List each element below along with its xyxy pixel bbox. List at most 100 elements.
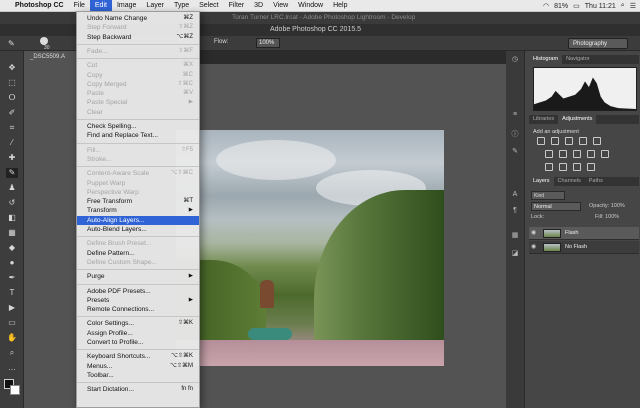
brush-settings-icon[interactable]: ✎	[510, 147, 520, 157]
brush-tool-icon[interactable]: ✎	[8, 39, 15, 48]
document-image[interactable]	[176, 130, 444, 366]
properties-icon[interactable]: ≡	[510, 111, 520, 121]
edit-menu-item[interactable]: Find and Replace Text...	[77, 131, 199, 140]
black-white-icon[interactable]	[573, 150, 581, 158]
tab-layers[interactable]: Layers	[529, 177, 554, 186]
quick-select-tool-icon[interactable]: ✐	[6, 108, 18, 118]
edit-menu-item[interactable]: Presets ▶	[77, 296, 199, 305]
menu-3d[interactable]: 3D	[249, 0, 268, 12]
menu-view[interactable]: View	[268, 0, 293, 12]
clock[interactable]: Thu 11:21	[585, 3, 616, 10]
levels-icon[interactable]	[551, 137, 559, 145]
zoom-tool-icon[interactable]: ⌕	[6, 348, 18, 358]
edit-menu-item[interactable]: Start Dictation... fn fn	[77, 385, 199, 394]
tab-libraries[interactable]: Libraries	[529, 115, 558, 124]
flow-input[interactable]: 100%	[256, 38, 280, 48]
workspace-select[interactable]: Photography	[568, 38, 628, 49]
color-balance-icon[interactable]	[559, 150, 567, 158]
edit-menu-item[interactable]: Undo Name Change ⌘Z	[77, 14, 199, 23]
tab-navigator[interactable]: Navigator	[562, 55, 594, 64]
blend-mode-select[interactable]: Normal	[531, 202, 581, 211]
styles-icon[interactable]: ◪	[510, 249, 520, 259]
edit-menu-item[interactable]: Free Transform ⌘T	[77, 197, 199, 206]
menu-window[interactable]: Window	[293, 0, 328, 12]
edit-menu-item[interactable]: Fill... ⇧F5	[77, 146, 199, 155]
edit-menu-item[interactable]: Remote Connections...	[77, 305, 199, 314]
fill-field[interactable]: Fill: 100%	[595, 214, 619, 220]
path-select-tool-icon[interactable]: ▶	[6, 303, 18, 313]
menu-image[interactable]: Image	[112, 0, 141, 12]
battery-icon[interactable]: ▭	[573, 2, 580, 10]
edit-menu-item[interactable]: Content-Aware Scale ⌥⇧⌘C	[77, 169, 199, 178]
edit-menu-item[interactable]: Cut ⌘X	[77, 61, 199, 70]
history-icon[interactable]: ◷	[510, 55, 520, 65]
threshold-icon[interactable]	[573, 163, 581, 171]
wifi-icon[interactable]: ◠	[543, 2, 549, 10]
edit-menu-item[interactable]: Paste Special ▶	[77, 98, 199, 107]
posterize-icon[interactable]	[559, 163, 567, 171]
visibility-eye-icon[interactable]: ◉	[531, 244, 538, 250]
brush-tool-icon[interactable]: ✎	[6, 168, 18, 178]
layer-row[interactable]: ◉ No Flash	[529, 241, 639, 254]
edit-menu-item[interactable]: Perspective Warp	[77, 188, 199, 197]
edit-menu-item[interactable]: Paste ⌘V	[77, 89, 199, 98]
invert-icon[interactable]	[545, 163, 553, 171]
history-brush-tool-icon[interactable]: ↺	[6, 198, 18, 208]
gradient-map-icon[interactable]	[587, 163, 595, 171]
paragraph-icon[interactable]: ¶	[510, 207, 520, 217]
photo-filter-icon[interactable]	[587, 150, 595, 158]
edit-menu-item[interactable]: Purge ▶	[77, 272, 199, 281]
search-icon[interactable]: ⌕	[621, 2, 625, 10]
brightness-contrast-icon[interactable]	[537, 137, 545, 145]
hand-tool-icon[interactable]: ✋	[6, 333, 18, 343]
edit-menu-item[interactable]: Define Brush Preset...	[77, 239, 199, 248]
layer-row[interactable]: ◉ Flash	[529, 227, 639, 240]
edit-menu-item[interactable]: Menus... ⌥⇧⌘M	[77, 362, 199, 371]
edit-menu-item[interactable]: Transform ▶	[77, 206, 199, 215]
menu-file[interactable]: File	[69, 0, 90, 12]
edit-menu-item[interactable]: Assign Profile...	[77, 329, 199, 338]
edit-menu-item[interactable]: Step Backward ⌥⌘Z	[77, 33, 199, 42]
type-tool-icon[interactable]: T	[6, 288, 18, 298]
swatches-icon[interactable]: ▦	[510, 231, 520, 241]
edit-menu-item[interactable]: Auto-Blend Layers...	[77, 225, 199, 234]
edit-menu-item[interactable]: Auto-Align Layers...	[77, 215, 199, 225]
visibility-eye-icon[interactable]: ◉	[531, 230, 538, 236]
edit-menu-item[interactable]: Toolbar...	[77, 371, 199, 380]
dodge-tool-icon[interactable]: ●	[6, 258, 18, 268]
opacity-field[interactable]: Opacity: 100%	[589, 203, 625, 209]
info-icon[interactable]: ⓘ	[510, 129, 520, 139]
edit-menu-item[interactable]: Puppet Warp	[77, 179, 199, 188]
lasso-tool-icon[interactable]: ⵔ	[6, 93, 18, 103]
edit-menu-item[interactable]: Color Settings... ⇧⌘K	[77, 319, 199, 328]
battery-percent[interactable]: 81%	[554, 3, 568, 10]
menu-layer[interactable]: Layer	[141, 0, 169, 12]
tab-channels[interactable]: Channels	[554, 177, 585, 186]
channel-mixer-icon[interactable]	[601, 150, 609, 158]
background-color-swatch[interactable]	[10, 385, 20, 395]
menu-edit[interactable]: Edit	[89, 0, 112, 12]
pen-tool-icon[interactable]: ✒	[6, 273, 18, 283]
hue-saturation-icon[interactable]	[545, 150, 553, 158]
crop-tool-icon[interactable]: ⌗	[6, 123, 18, 133]
clone-stamp-tool-icon[interactable]: ♟	[6, 183, 18, 193]
edit-menu-item[interactable]: Define Pattern...	[77, 249, 199, 258]
edit-menu-item[interactable]: Check Spelling...	[77, 122, 199, 131]
apple-icon[interactable]	[0, 0, 10, 12]
tab-adjustments[interactable]: Adjustments	[558, 115, 597, 124]
edit-menu-item[interactable]: Keyboard Shortcuts... ⌥⇧⌘K	[77, 352, 199, 361]
shape-tool-icon[interactable]: ▭	[6, 318, 18, 328]
exposure-icon[interactable]	[579, 137, 587, 145]
edit-menu-item[interactable]: Define Custom Shape...	[77, 258, 199, 267]
edit-menu-item[interactable]: Copy Merged ⇧⌘C	[77, 80, 199, 89]
menu-filter[interactable]: Filter	[224, 0, 250, 12]
tab-paths[interactable]: Paths	[585, 177, 607, 186]
blur-tool-icon[interactable]: ◆	[6, 243, 18, 253]
menu-type[interactable]: Type	[169, 0, 194, 12]
edit-menu-item[interactable]: Adobe PDF Presets...	[77, 287, 199, 296]
eyedropper-tool-icon[interactable]: ⁄	[6, 138, 18, 148]
menu-help[interactable]: Help	[328, 0, 352, 12]
curves-icon[interactable]	[565, 137, 573, 145]
move-tool-icon[interactable]: ✥	[6, 63, 18, 73]
eraser-tool-icon[interactable]: ◧	[6, 213, 18, 223]
